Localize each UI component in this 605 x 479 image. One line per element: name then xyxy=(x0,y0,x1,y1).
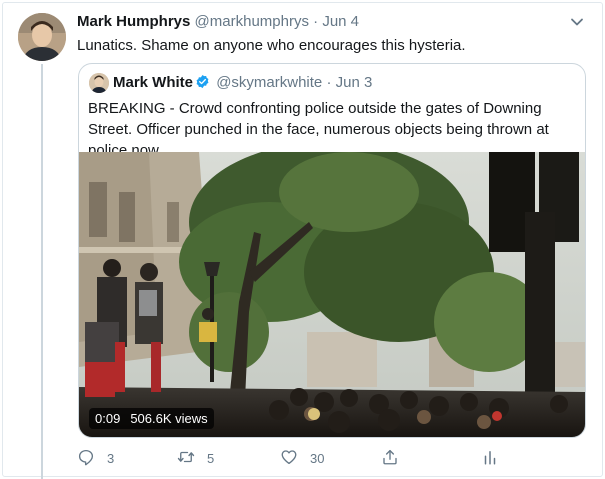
retweet-icon xyxy=(177,448,195,469)
analytics-button[interactable] xyxy=(481,447,499,469)
video-duration: 0:09 xyxy=(95,411,121,426)
quoted-author-name[interactable]: Mark White xyxy=(113,74,193,91)
heart-icon xyxy=(280,448,298,469)
like-count: 30 xyxy=(310,450,325,466)
quoted-avatar[interactable] xyxy=(89,73,109,93)
avatar-photo xyxy=(18,13,66,61)
analytics-icon xyxy=(481,448,499,469)
tweet-date[interactable]: Jun 4 xyxy=(322,13,359,30)
share-icon xyxy=(381,448,399,469)
reply-button[interactable]: 3 xyxy=(77,447,114,469)
author-name[interactable]: Mark Humphrys xyxy=(77,13,190,30)
author-handle[interactable]: @markhumphrys xyxy=(195,13,309,30)
quoted-tweet[interactable]: Mark White @skymarkwhite · Jun 3 BREAKIN… xyxy=(78,63,586,438)
quoted-avatar-photo xyxy=(89,73,109,93)
retweet-count: 5 xyxy=(207,450,215,466)
thread-line xyxy=(41,64,43,479)
quoted-author-handle[interactable]: @skymarkwhite xyxy=(216,74,322,91)
reply-icon xyxy=(77,448,95,469)
retweet-button[interactable]: 5 xyxy=(177,447,214,469)
separator: · xyxy=(313,13,319,30)
video-views: 506.6K views xyxy=(130,411,208,426)
quoted-separator: · xyxy=(326,74,332,91)
video-player[interactable]: 0:09 506.6K views xyxy=(79,152,585,437)
video-thumbnail xyxy=(79,152,585,437)
quoted-header: Mark White @skymarkwhite · Jun 3 xyxy=(113,74,372,92)
action-bar: 3 5 30 xyxy=(77,447,507,469)
like-button[interactable]: 30 xyxy=(280,447,324,469)
verified-badge-icon xyxy=(195,74,210,89)
avatar[interactable] xyxy=(18,13,66,61)
tweet-header: Mark Humphrys @markhumphrys · Jun 4 xyxy=(77,13,359,31)
quoted-date[interactable]: Jun 3 xyxy=(336,74,373,91)
share-button[interactable] xyxy=(381,447,399,469)
chevron-down-icon[interactable] xyxy=(570,15,584,29)
video-info-badge: 0:09 506.6K views xyxy=(89,408,214,429)
reply-count: 3 xyxy=(107,450,115,466)
tweet-text: Lunatics. Shame on anyone who encourages… xyxy=(77,37,466,54)
